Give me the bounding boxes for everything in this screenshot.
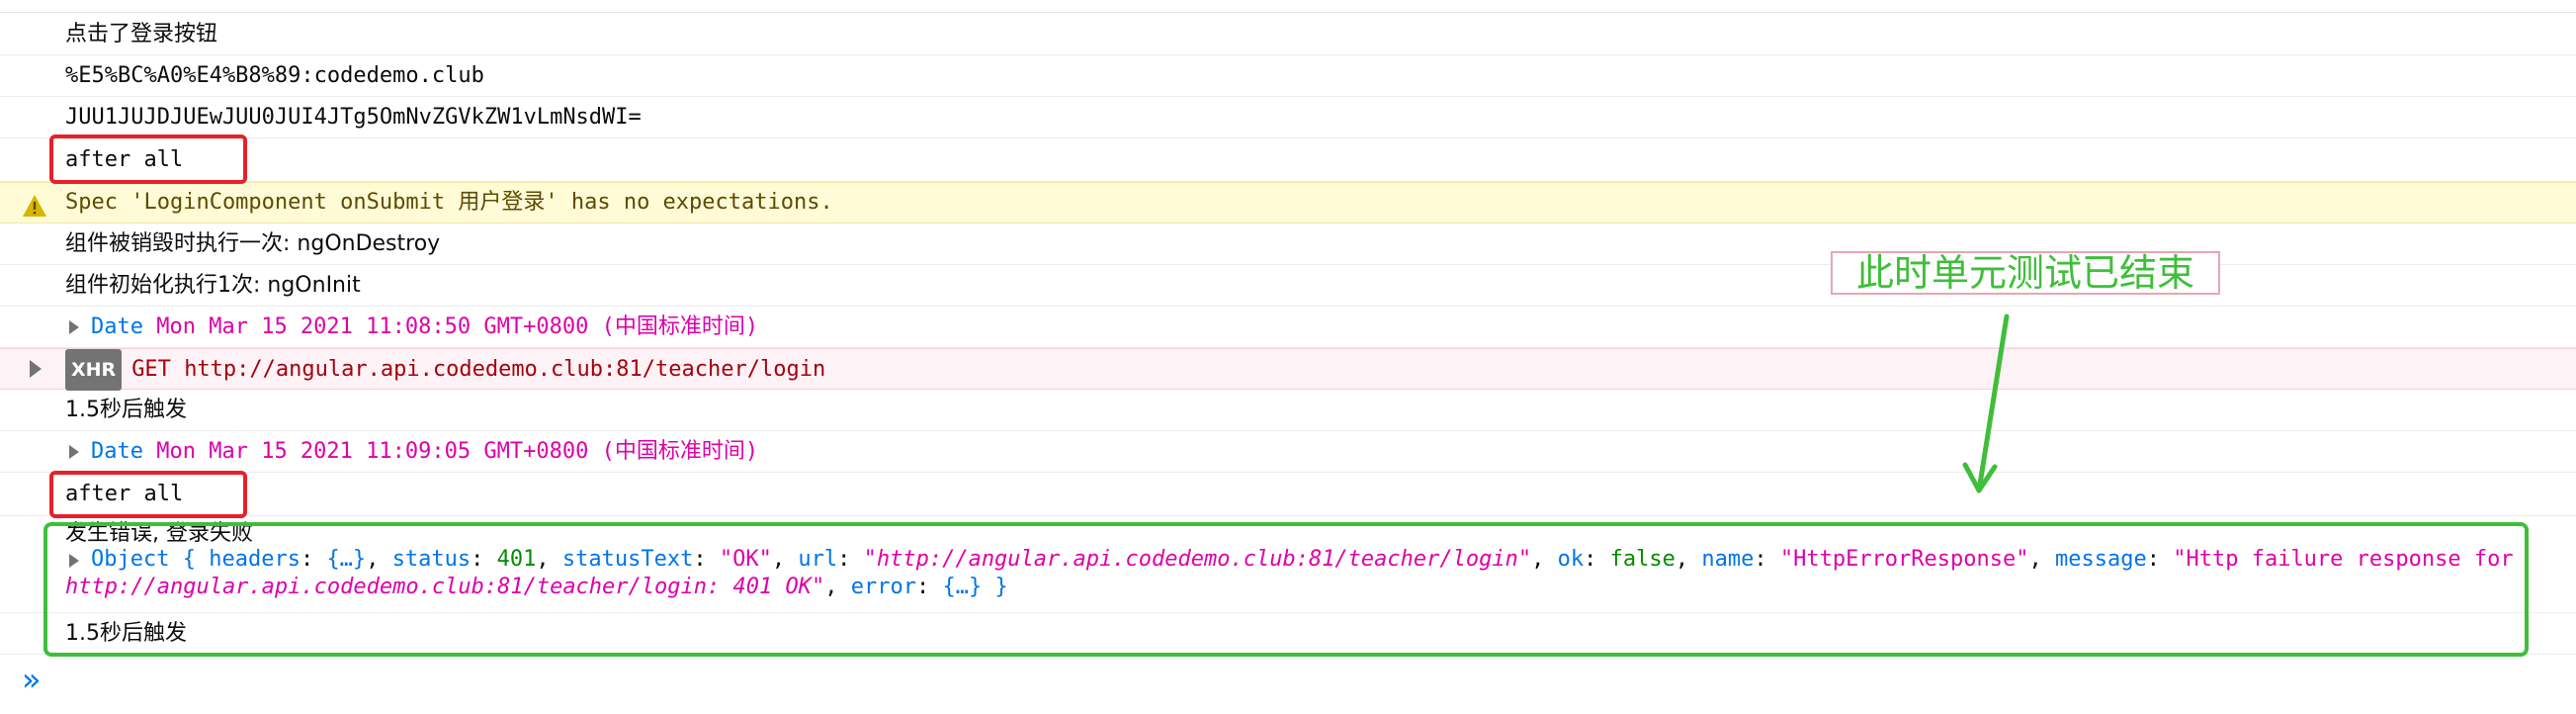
log-text: 点击了登录按钮 bbox=[65, 22, 218, 46]
log-text: 1.5秒后触发 bbox=[65, 398, 187, 422]
expand-triangle-icon[interactable] bbox=[69, 320, 79, 334]
log-row-date[interactable]: Date Mon Mar 15 2021 11:08:50 GMT+0800 (… bbox=[0, 307, 2576, 348]
log-row: after all bbox=[0, 138, 2576, 182]
log-text: Spec 'LoginComponent onSubmit 用户登录' has … bbox=[65, 190, 833, 215]
log-row: 点击了登录按钮 bbox=[0, 14, 2576, 55]
expand-triangle-icon[interactable] bbox=[69, 445, 79, 459]
annotation-label: 此时单元测试已结束 bbox=[1831, 251, 2220, 295]
date-label: Date bbox=[91, 439, 143, 464]
top-divider bbox=[0, 0, 2576, 13]
expand-triangle-icon[interactable] bbox=[30, 360, 42, 378]
log-row: after all bbox=[0, 473, 2576, 516]
xhr-method: GET bbox=[131, 357, 171, 382]
highlight-box-red bbox=[49, 134, 247, 184]
highlight-box-red bbox=[49, 471, 247, 518]
console-log: 点击了登录按钮 %E5%BC%A0%E4%B8%89:codedemo.club… bbox=[0, 0, 2576, 714]
log-row: %E5%BC%A0%E4%B8%89:codedemo.club bbox=[0, 55, 2576, 97]
date-value: Mon Mar 15 2021 11:08:50 GMT+0800 (中国标准时… bbox=[156, 314, 759, 339]
log-text: %E5%BC%A0%E4%B8%89:codedemo.club bbox=[65, 63, 484, 88]
log-row-date[interactable]: Date Mon Mar 15 2021 11:09:05 GMT+0800 (… bbox=[0, 431, 2576, 473]
arrow-icon bbox=[1962, 313, 2010, 493]
log-row: JUU1JUJDJUEwJUU0JUI4JTg5OmNvZGVkZW1vLmNs… bbox=[0, 97, 2576, 138]
log-text: JUU1JUJDJUEwJUU0JUI4JTg5OmNvZGVkZW1vLmNs… bbox=[65, 105, 642, 130]
date-label: Date bbox=[91, 314, 143, 339]
highlight-box-green bbox=[43, 522, 2529, 657]
console-prompt-icon[interactable]: » bbox=[22, 661, 42, 698]
log-text: 组件被销毁时执行一次: ngOnDestroy bbox=[65, 231, 441, 256]
xhr-badge: XHR bbox=[65, 349, 123, 391]
log-row: 1.5秒后触发 bbox=[0, 390, 2576, 431]
log-text: 组件初始化执行1次: ngOnInit bbox=[65, 273, 361, 298]
xhr-row[interactable]: XHR GET http://angular.api.codedemo.club:… bbox=[0, 348, 2576, 391]
xhr-url[interactable]: http://angular.api.codedemo.club:81/teac… bbox=[184, 357, 825, 382]
date-value: Mon Mar 15 2021 11:09:05 GMT+0800 (中国标准时… bbox=[156, 439, 759, 464]
warning-row: Spec 'LoginComponent onSubmit 用户登录' has … bbox=[0, 182, 2576, 223]
